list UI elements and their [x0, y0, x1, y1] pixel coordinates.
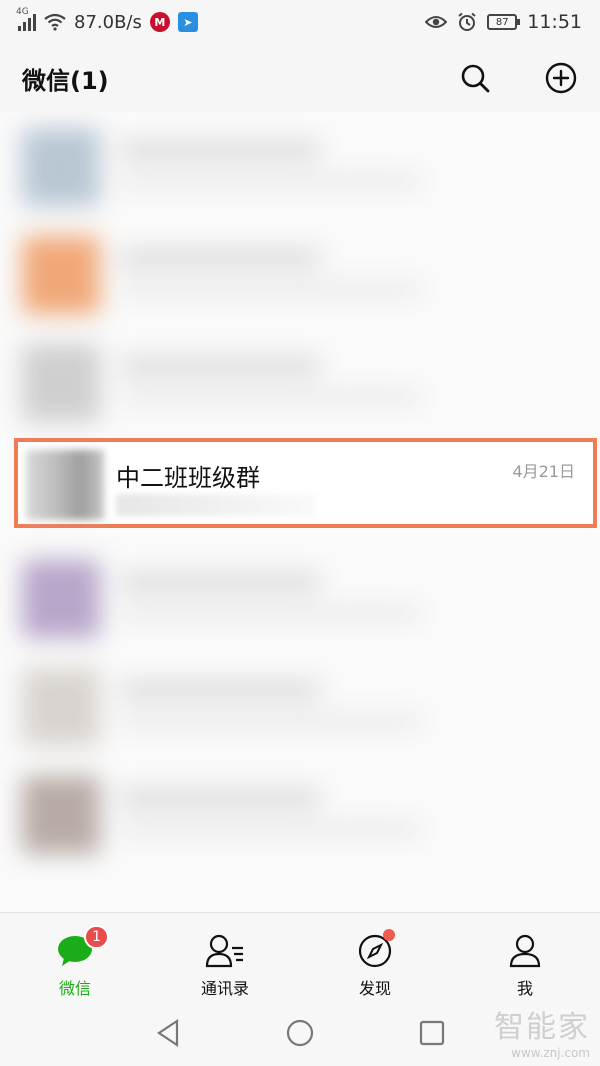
watermark: 智能家 www.znj.com: [494, 1002, 590, 1060]
recents-square-icon: [419, 1020, 445, 1046]
back-button[interactable]: [151, 1016, 185, 1050]
chat-date: 4月21日: [512, 462, 575, 481]
contacts-icon: [205, 931, 245, 971]
app-header: 微信(1): [0, 44, 600, 112]
tab-label: 我: [516, 979, 533, 998]
header-actions: [458, 61, 578, 95]
plus-circle-icon: [545, 62, 577, 94]
back-triangle-icon: [157, 1018, 179, 1048]
search-button[interactable]: [458, 61, 492, 95]
chat-avatar: [26, 450, 104, 520]
tab-contacts[interactable]: 通讯录: [150, 913, 300, 1000]
battery-level: 87: [495, 16, 509, 28]
system-nav-bar: 智能家 www.znj.com: [0, 1000, 600, 1066]
clock: 11:51: [527, 11, 582, 33]
page-title: 微信(1): [22, 66, 109, 95]
home-circle-icon: [286, 1019, 314, 1047]
list-item[interactable]: [0, 328, 600, 436]
add-button[interactable]: [544, 61, 578, 95]
tab-discover[interactable]: 发现: [300, 913, 450, 1000]
list-item[interactable]: [0, 220, 600, 328]
eye-icon: [425, 16, 448, 28]
recents-button[interactable]: [415, 1016, 449, 1050]
tab-chats[interactable]: 1 微信: [0, 913, 150, 1000]
compass-icon: [355, 929, 395, 971]
cellular-signal-icon: 4G: [16, 7, 36, 31]
chat-preview-blurred: [116, 494, 316, 516]
network-type-label: 4G: [16, 7, 29, 17]
home-button[interactable]: [283, 1016, 317, 1050]
bank-app-notification-icon: M: [149, 12, 170, 32]
list-item[interactable]: [0, 112, 600, 220]
net-speed: 87.0B/s: [74, 11, 142, 33]
chat-bubble-icon: 1: [55, 925, 109, 971]
tab-label: 发现: [358, 979, 391, 998]
app-notification-icon: ➤: [177, 12, 198, 32]
search-icon: [461, 64, 490, 93]
battery-icon: 87: [487, 14, 521, 30]
wifi-icon: [44, 13, 66, 31]
list-item[interactable]: [0, 760, 600, 868]
status-left: 4G 87.0B/s M ➤: [16, 7, 198, 33]
new-dot-badge: [383, 929, 395, 941]
status-bar: 4G 87.0B/s M ➤ 87 11:51: [0, 0, 600, 44]
list-item[interactable]: [0, 652, 600, 760]
tab-label: 微信: [58, 979, 91, 998]
list-item[interactable]: [0, 544, 600, 652]
chat-item-class-group[interactable]: 中二班班级群 4月21日: [14, 438, 597, 528]
watermark-url: www.znj.com: [511, 1046, 590, 1060]
tab-bar: 1 微信 通讯录 发现 我: [0, 912, 600, 1000]
unread-badge: 1: [84, 925, 109, 949]
tab-label: 通讯录: [200, 979, 249, 998]
chat-name: 中二班班级群: [116, 464, 260, 492]
tab-me[interactable]: 我: [450, 913, 600, 1000]
person-icon: [505, 931, 545, 971]
watermark-logo-text: 智能家: [494, 1010, 590, 1045]
alarm-icon: [458, 12, 476, 31]
status-right: 87 11:51: [425, 11, 582, 33]
